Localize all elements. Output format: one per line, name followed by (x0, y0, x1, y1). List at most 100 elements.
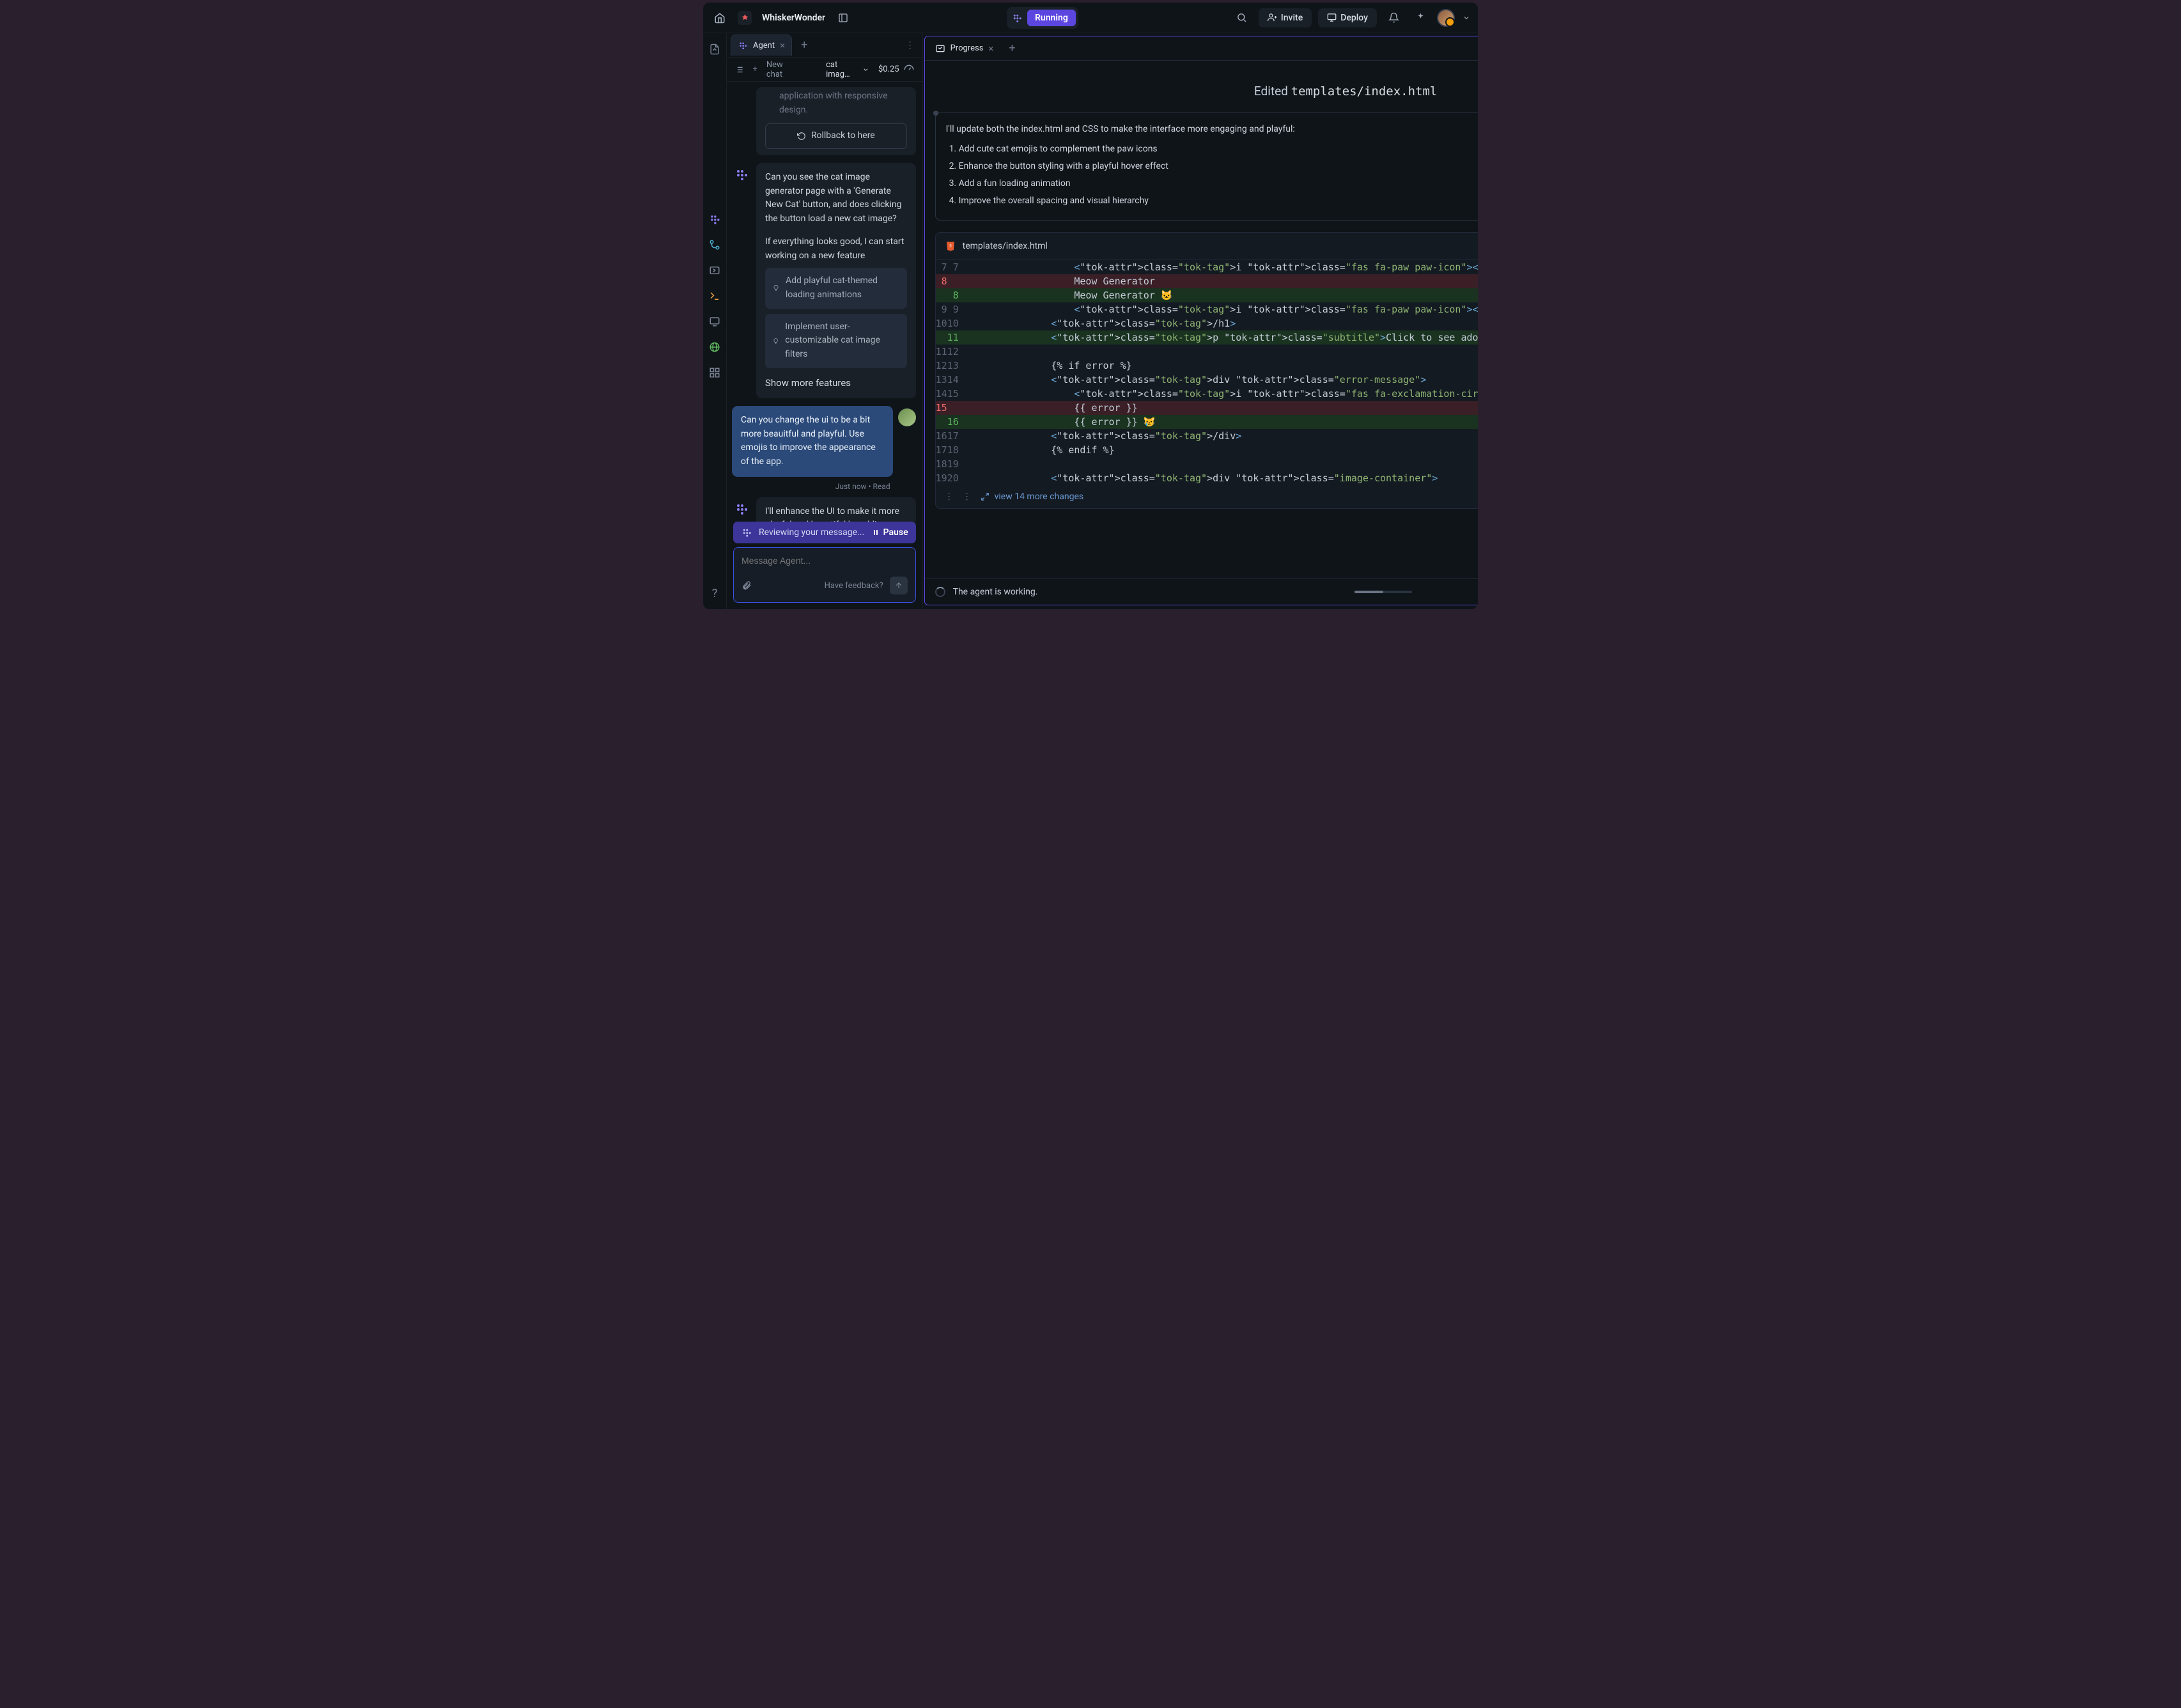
agent-status-strip: Reviewing your message... Pause (733, 522, 916, 543)
tab-agent[interactable]: Agent × (731, 35, 792, 56)
rail-git-icon[interactable] (703, 234, 726, 256)
progress-icon (935, 43, 945, 54)
diff-row: 1213 {% if error %} (936, 359, 1478, 373)
rail-shell-icon[interactable] (703, 285, 726, 307)
running-badge: Running (1027, 10, 1076, 26)
invite-label: Invite (1281, 13, 1303, 23)
thread-title: cat imag… (826, 60, 860, 79)
tab-more-icon[interactable]: ⋮ (902, 40, 919, 50)
chat-scroll[interactable]: application with responsive design. Roll… (727, 82, 922, 522)
help-icon[interactable]: ? (703, 582, 726, 604)
diff-row: 77 <"tok-attr">class="tok-tag">i "tok-at… (936, 260, 1478, 274)
home-icon[interactable] (710, 8, 730, 28)
rail-preview-icon[interactable] (703, 311, 726, 332)
suggestion-1[interactable]: Add playful cat-themed loading animation… (765, 268, 907, 308)
replit-logo-icon (1009, 10, 1025, 26)
project-icon (738, 11, 752, 25)
new-chat-label[interactable]: New chat (766, 60, 798, 79)
list-icon[interactable] (734, 65, 743, 75)
progress-title: Edited templates/index.html (935, 84, 1478, 98)
send-button[interactable] (890, 577, 908, 594)
thread-selector[interactable]: cat imag… (826, 60, 869, 79)
chevron-down-icon[interactable] (1461, 8, 1471, 28)
tab-progress-label: Progress (951, 43, 984, 53)
diff-table: 77 <"tok-attr">class="tok-tag">i "tok-at… (936, 260, 1478, 485)
diff-viewer: 5 templates/index.html -6 +13 77 <"tok-a… (935, 232, 1478, 509)
show-more-features[interactable]: Show more features (765, 376, 907, 391)
suggestion-2[interactable]: Implement user-customizable cat image fi… (765, 314, 907, 368)
diff-row: 1415 <"tok-attr">class="tok-tag">i "tok-… (936, 387, 1478, 401)
step-item: Add a fun loading animation (959, 176, 1478, 191)
pause-icon (872, 529, 880, 536)
topbar: WhiskerWonder Running Invite (703, 3, 1478, 33)
deploy-label: Deploy (1340, 13, 1368, 23)
working-text: The agent is working. (953, 587, 1038, 597)
layout-icon[interactable] (833, 8, 853, 28)
diff-row: 11 <"tok-attr">class="tok-tag">p "tok-at… (936, 330, 1478, 345)
diff-row: 8 Meow Generator 🐱 (936, 288, 1478, 302)
diff-filename: templates/index.html (963, 241, 1048, 251)
left-rail: ? (703, 33, 727, 609)
attach-icon[interactable] (741, 580, 752, 591)
user-avatar-small (898, 408, 916, 426)
rail-agent-icon[interactable] (703, 208, 726, 230)
step-item: Add cute cat emojis to complement the pa… (959, 142, 1478, 157)
user-avatar[interactable] (1437, 9, 1455, 27)
diff-row: 1112 (936, 345, 1478, 359)
run-status-pill[interactable]: Running (1007, 7, 1078, 29)
deploy-button[interactable]: Deploy (1318, 8, 1377, 27)
lightbulb-icon (773, 283, 779, 293)
rollback-button[interactable]: Rollback to here (765, 123, 907, 149)
diff-menu-icon[interactable]: ⋮ (945, 492, 954, 502)
project-name: WhiskerWonder (762, 13, 825, 23)
agent-panel: Agent × + ⋮ + New chat cat imag… $0.25 (727, 33, 923, 609)
ai-status-icon (741, 527, 752, 538)
chevron-down-icon (862, 66, 869, 74)
diff-row: 15 {{ error }} (936, 401, 1478, 415)
html-file-icon: 5 (945, 240, 956, 252)
ai-message: Can you see the cat image generator page… (756, 163, 916, 398)
search-icon[interactable] (1232, 8, 1252, 28)
add-tab-button[interactable]: + (797, 38, 811, 52)
rail-apps-icon[interactable] (703, 362, 726, 384)
ai-avatar (732, 497, 751, 516)
diff-row: 1010 <"tok-attr">class="tok-tag">/h1> (936, 316, 1478, 330)
user-timestamp: Just now • Read (732, 481, 916, 497)
close-icon[interactable]: × (780, 40, 785, 51)
diff-row: 99 <"tok-attr">class="tok-tag">i "tok-at… (936, 302, 1478, 316)
diff-row: 16 {{ error }} 😿 (936, 415, 1478, 429)
expand-icon (981, 492, 990, 501)
meter-icon[interactable] (903, 64, 915, 75)
diff-menu-icon-2[interactable]: ⋮ (963, 492, 972, 502)
close-icon[interactable]: × (988, 43, 993, 54)
tab-progress[interactable]: Progress × (929, 38, 1000, 59)
rail-add-file-icon[interactable] (703, 38, 726, 60)
notifications-icon[interactable] (1383, 8, 1404, 28)
feedback-link[interactable]: Have feedback? (825, 581, 883, 591)
pause-button[interactable]: Pause (872, 527, 908, 538)
progress-summary-card: I'll update both the index.html and CSS … (935, 113, 1478, 221)
diff-row: 1617 <"tok-attr">class="tok-tag">/div> (936, 429, 1478, 443)
add-tab-button[interactable]: + (1005, 42, 1019, 55)
new-chat-plus[interactable]: + (752, 65, 757, 74)
rail-run-icon[interactable] (703, 260, 726, 281)
message-input-box[interactable]: Have feedback? (733, 547, 916, 603)
rail-globe-icon[interactable] (703, 336, 726, 358)
ghost-prev-msg: application with responsive design. Roll… (756, 87, 916, 155)
progress-panel: Progress × + ⋮ Edited templates/index.ht… (924, 36, 1478, 605)
step-item: Improve the overall spacing and visual h… (959, 194, 1478, 208)
arrow-up-icon (894, 581, 903, 590)
invite-button[interactable]: Invite (1259, 8, 1312, 27)
progress-bar (1354, 591, 1412, 593)
cost-label: $0.25 (878, 65, 899, 74)
diff-row: 8 Meow Generator (936, 274, 1478, 288)
ai-message-2: I'll enhance the UI to make it more play… (756, 497, 916, 522)
lightbulb-icon (773, 336, 779, 346)
view-more-changes[interactable]: view 14 more changes (981, 492, 1083, 502)
message-input[interactable] (741, 555, 908, 566)
undo-icon (797, 132, 806, 141)
step-item: Enhance the button styling with a playfu… (959, 159, 1478, 174)
sparkle-icon[interactable] (1410, 8, 1431, 28)
diff-row: 1718 {% endif %} (936, 443, 1478, 457)
status-text: Reviewing your message... (759, 527, 864, 538)
